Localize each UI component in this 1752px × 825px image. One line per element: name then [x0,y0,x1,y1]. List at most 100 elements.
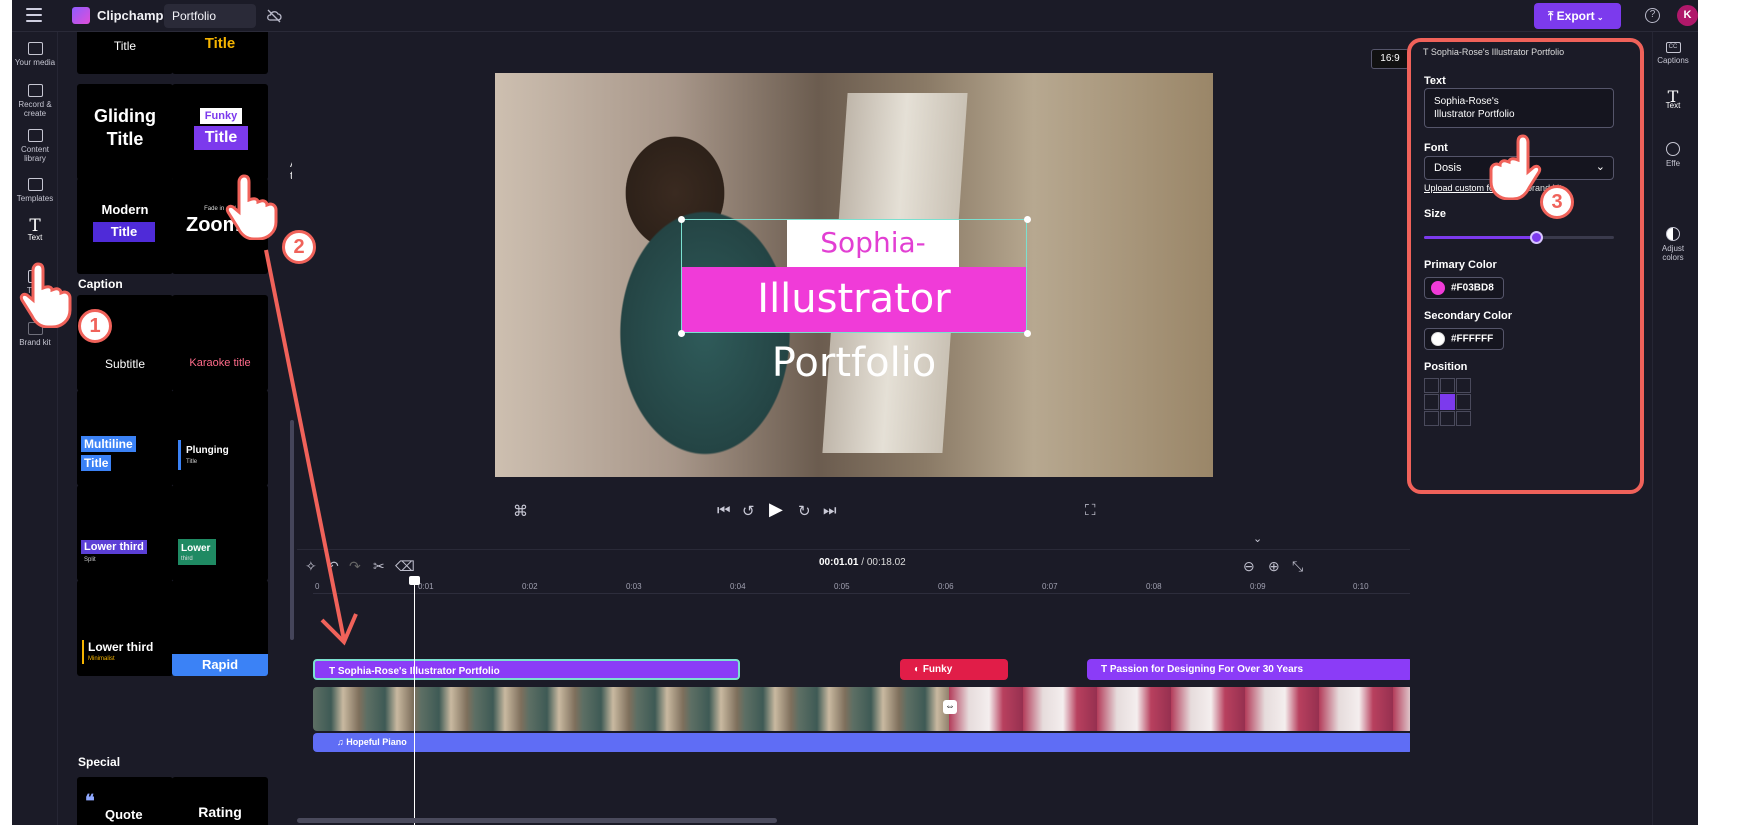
avatar[interactable]: K [1677,5,1698,26]
nav-content-library[interactable]: Content library [12,129,58,163]
text-clip-funky[interactable]: ◐ Funky [900,659,1008,680]
position-cell[interactable] [1424,410,1439,426]
template-rating[interactable]: Rating [172,777,268,825]
rewind-5-icon[interactable]: ↺ [742,502,755,520]
nav-label: Your media [14,58,56,67]
aspect-ratio-button[interactable]: 16:9 [1371,49,1409,69]
magic-icon[interactable]: ⌘ [513,502,528,520]
timeline-scrollbar[interactable] [297,818,777,823]
skip-back-icon[interactable]: ⏮ [717,502,731,519]
template-modern-title[interactable]: Modern Title [77,178,173,274]
help-icon[interactable]: ? [1645,8,1660,23]
zoom-in-icon[interactable]: ⊕ [1268,558,1280,575]
video-track[interactable] [313,687,1413,731]
chevron-down-icon: ⌄ [1595,161,1605,173]
project-name-input[interactable]: Portfolio [164,4,256,28]
text-selection-box[interactable] [681,219,1027,333]
template-gliding-title[interactable]: Gliding Title [77,84,173,180]
nav-text[interactable]: T Text [12,218,58,243]
position-grid[interactable] [1424,378,1472,426]
position-cell[interactable] [1456,378,1471,394]
text-icon: T [1101,664,1110,675]
resize-handle[interactable] [1024,216,1031,223]
props-header-label: Sophia-Rose's Illustrator Portfolio [1430,47,1565,57]
size-slider[interactable] [1424,231,1614,244]
fit-timeline-icon[interactable]: ⤡ [1292,558,1303,575]
time-ruler[interactable]: 0 0:01 0:02 0:03 0:04 0:05 0:06 0:07 0:0… [313,580,1413,594]
fullscreen-icon[interactable]: ⛶ [1085,502,1096,519]
text-clip-selected[interactable]: T Sophia-Rose's Illustrator Portfolio [313,659,740,680]
current-time: 00:01.01 [819,557,859,568]
tab-effects[interactable]: Effe [1653,142,1693,168]
zoom-out-icon[interactable]: ⊖ [1243,558,1255,575]
template-lower-third-minimalist[interactable]: Lower third Minimalist [77,580,173,676]
tile-label: Title [204,35,236,52]
position-cell[interactable] [1456,394,1471,410]
template-title[interactable]: Title [77,32,173,74]
secondary-color-value: #FFFFFF [1451,333,1494,345]
nav-label: Templates [16,194,54,203]
export-button[interactable]: ⤒ Export ⌄ [1534,3,1621,29]
video-preview[interactable]: Sophia-Rose's Illustrator Portfolio [495,73,1213,477]
position-cell[interactable] [1440,378,1455,394]
clipchamp-editor: Clipchamp Portfolio ⤒ Export ⌄ ? K Your … [12,0,1698,825]
template-funky-title[interactable]: Funky Title [172,84,268,180]
audio-label: Hopeful Piano [346,737,407,747]
tile-label: Quote [105,807,143,822]
audio-track[interactable]: ♫ Hopeful Piano [313,733,1413,752]
menu-icon[interactable] [26,8,42,22]
position-label: Position [1424,361,1468,373]
nav-record-create[interactable]: Record & create [12,84,58,118]
template-lower-third-split[interactable]: Lower third Split [77,485,173,581]
tile-label: Title [194,126,248,150]
secondary-color-swatch [1431,332,1445,346]
delete-icon[interactable]: ⌫ [395,558,415,575]
sticker-icon: ◐ [914,664,923,675]
primary-color-picker[interactable]: #F03BD8 [1424,277,1504,299]
brand-name: Clipchamp [97,8,164,23]
nav-your-media[interactable]: Your media [12,42,58,67]
step-2-arrow-icon [264,249,358,646]
template-title-gold[interactable]: Title [172,32,268,74]
rail-label: Text [1665,101,1681,110]
size-slider-thumb[interactable] [1530,231,1544,244]
section-caption-heading: Caption [78,277,123,291]
text-icon: T [1667,87,1679,106]
forward-5-icon[interactable]: ↻ [798,502,811,520]
timecode: 00:01.01 / 00:18.02 [819,557,906,568]
resize-handle[interactable] [678,330,685,337]
skip-forward-icon[interactable]: ⏭ [823,502,837,519]
effects-icon [1666,142,1680,156]
transition-icon[interactable]: ⇔ [943,700,957,714]
template-quote[interactable]: ❝ Quote [77,777,173,825]
tab-captions[interactable]: CC Captions [1653,42,1693,65]
position-cell-selected[interactable] [1440,394,1455,410]
position-cell[interactable] [1456,410,1471,426]
resize-handle[interactable] [1024,330,1031,337]
tile-label: Split [84,557,96,563]
playhead[interactable] [409,576,420,825]
secondary-color-picker[interactable]: #FFFFFF [1424,328,1504,350]
text-clip-passion[interactable]: T Passion for Designing For Over 30 Year… [1087,659,1413,680]
clipchamp-logo-icon [72,7,90,24]
tab-adjust-colors[interactable]: Adjust colors [1653,227,1693,262]
primary-color-label: Primary Color [1424,259,1497,271]
rail-label: Effe [1665,159,1681,168]
nav-label: Record & create [18,100,52,118]
adjust-colors-icon [1666,227,1680,241]
resize-handle[interactable] [678,216,685,223]
music-icon: ♫ [337,737,347,747]
template-multiline-title[interactable]: Multiline Title [77,390,173,486]
nav-templates[interactable]: Templates [12,178,58,203]
play-icon[interactable]: ▶ [769,499,783,520]
text-input[interactable]: Sophia-Rose's Illustrator Portfolio [1424,88,1614,128]
video-clip-2[interactable] [949,687,1413,731]
tab-text[interactable]: T Text [1653,87,1693,111]
position-cell[interactable] [1440,410,1455,426]
chevron-down-icon[interactable]: ⌄ [1253,532,1262,545]
position-cell[interactable] [1424,394,1439,410]
split-icon[interactable]: ✂ [373,558,385,575]
position-cell[interactable] [1424,378,1439,394]
right-rail: CC Captions T Text Effe Adjust colors [1652,32,1692,825]
step-1-badge: 1 [78,309,112,343]
